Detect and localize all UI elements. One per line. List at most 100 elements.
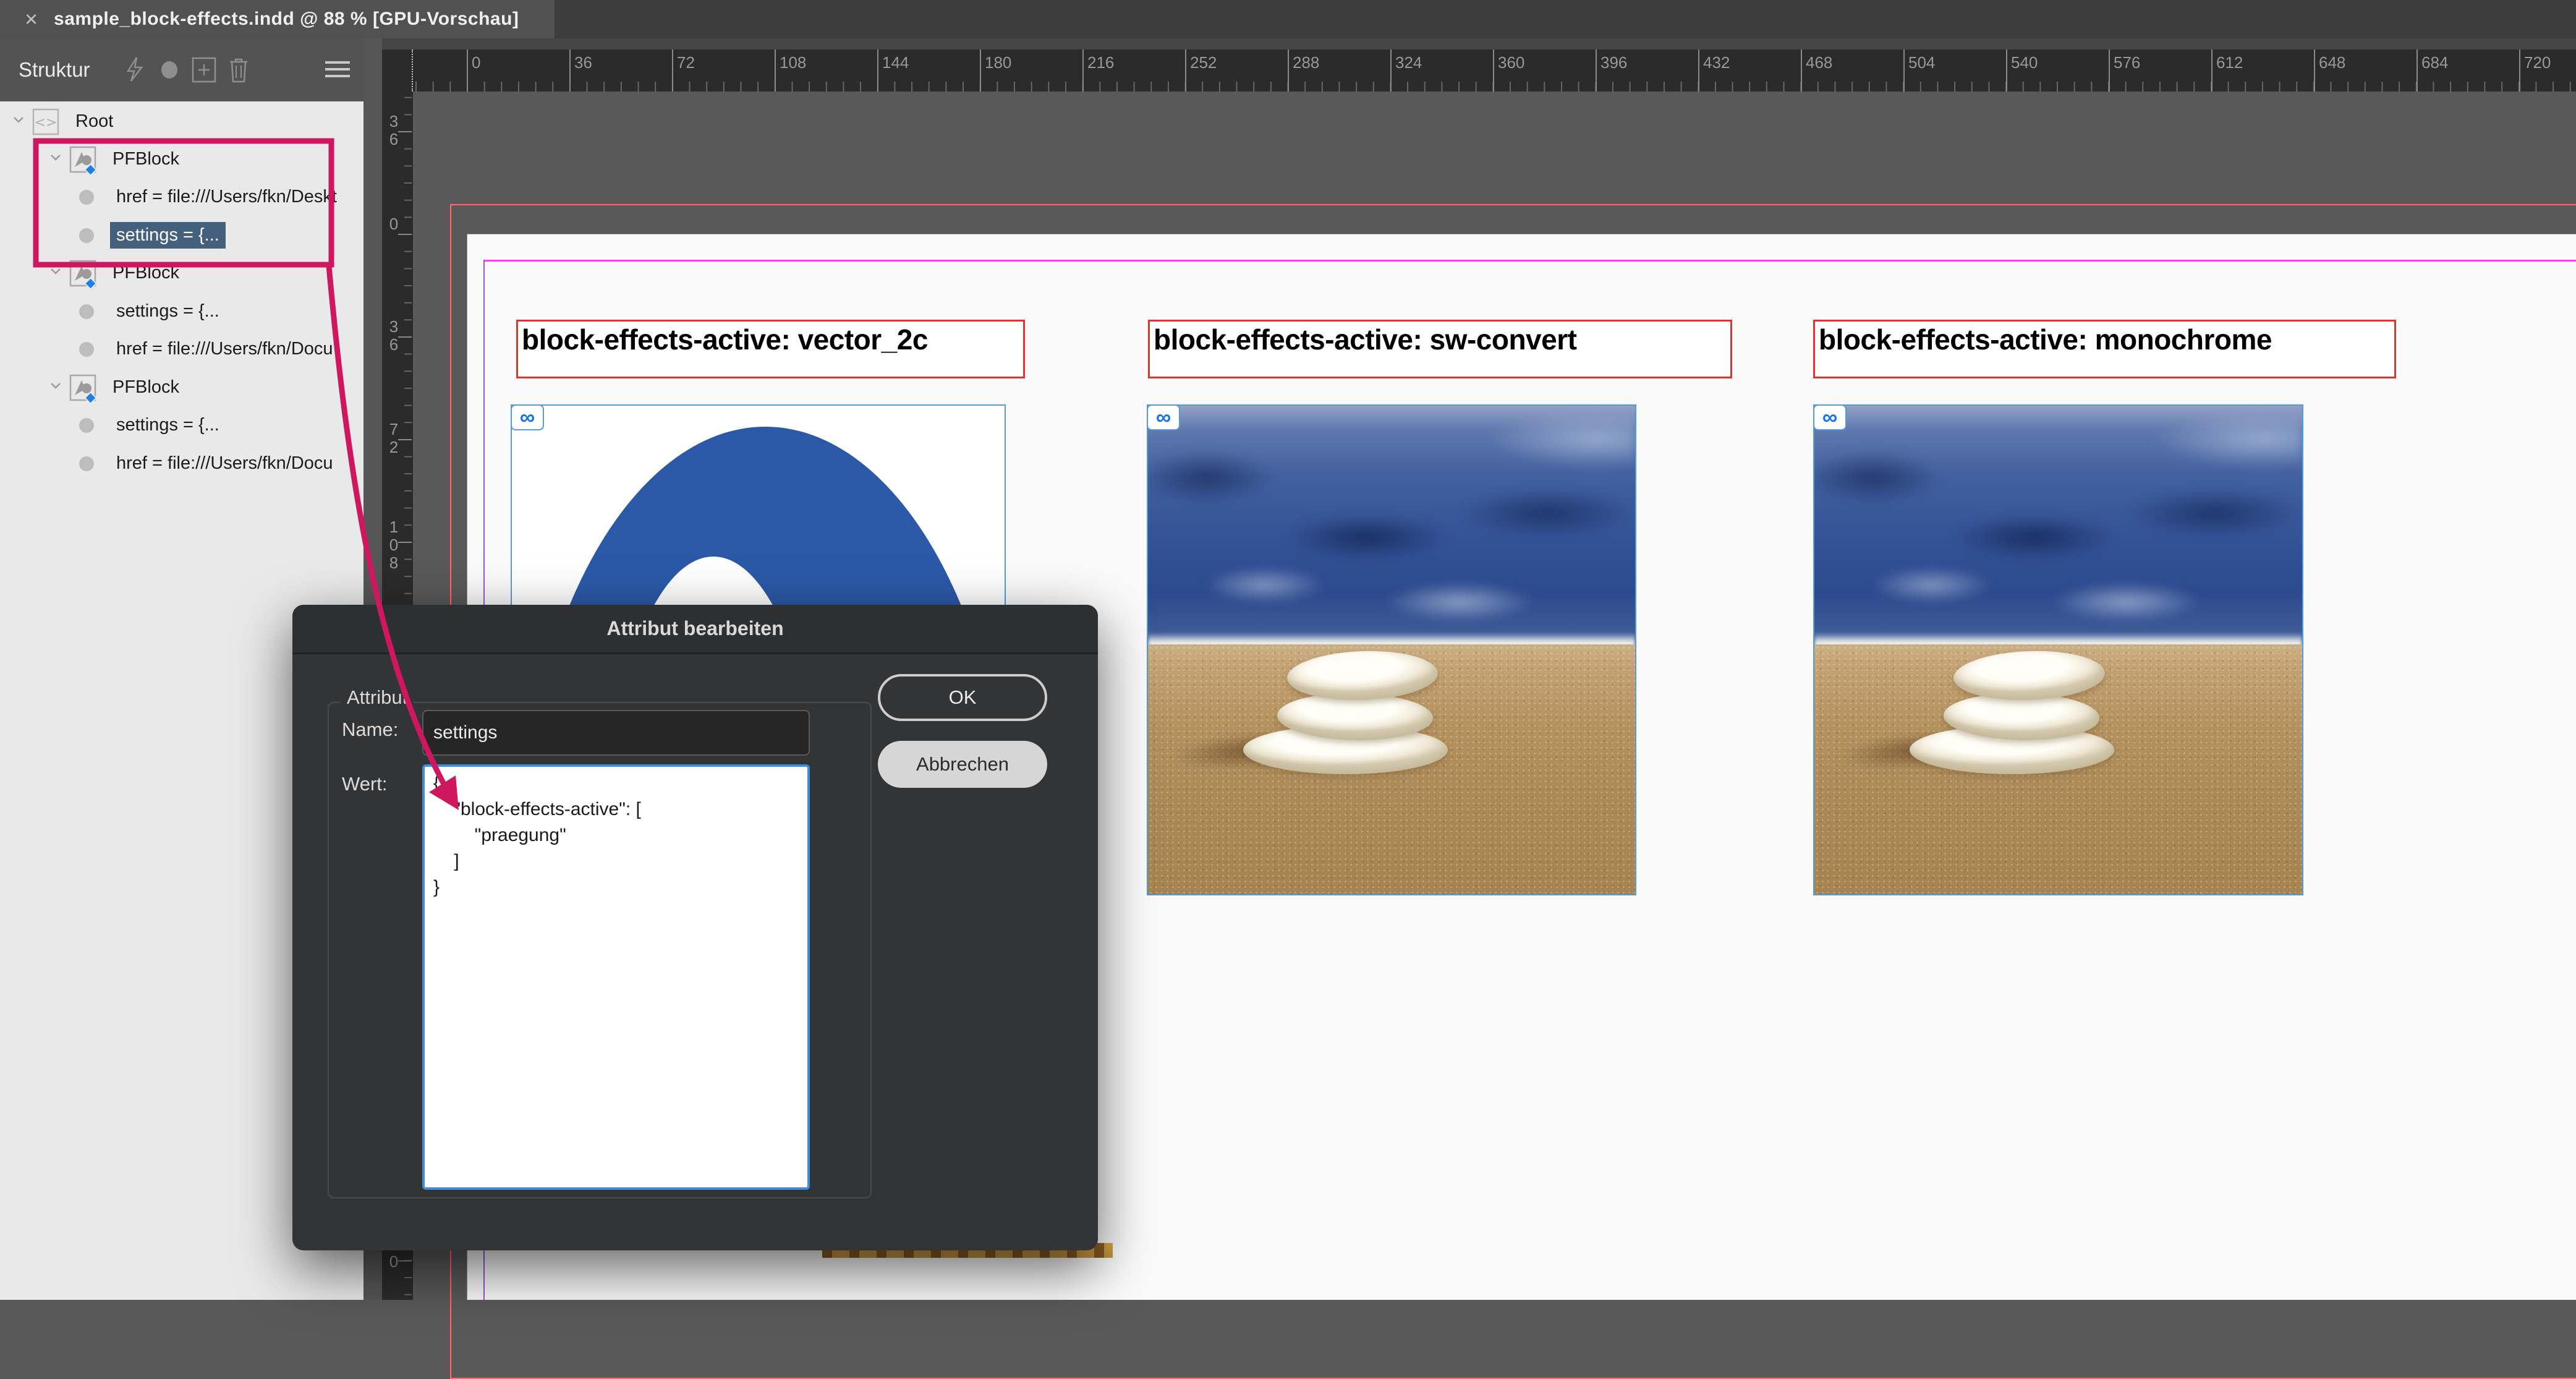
ruler-number: 612 — [2216, 53, 2243, 72]
close-tab-icon[interactable]: × — [25, 8, 38, 30]
attribute-dot-icon — [79, 342, 94, 357]
tree-item-settings-3[interactable]: settings = {... — [0, 406, 363, 444]
name-label: Name: — [342, 719, 398, 741]
tree-item-settings-2[interactable]: settings = {... — [0, 292, 363, 330]
element-icon — [69, 260, 96, 287]
validate-lightning-icon[interactable] — [117, 51, 152, 88]
ruler-number: 72 — [677, 53, 695, 72]
margin-guide-top — [483, 260, 2576, 262]
wert-label: Wert: — [342, 773, 388, 795]
ruler-corner-box — [382, 49, 413, 92]
panel-menu-icon[interactable] — [320, 51, 355, 88]
ruler-number: 504 — [1908, 53, 1935, 72]
ruler-number: 684 — [2421, 53, 2448, 72]
text-frame-monochrome[interactable]: block-effects-active: monochrome — [1813, 320, 2396, 378]
ruler-number: 0 — [472, 53, 480, 72]
dialog-header[interactable]: Attribut bearbeiten — [292, 605, 1098, 654]
horizontal-ruler[interactable]: 0 36 72 108 144 180 216 252 288 324 360 396 432 468 50… — [382, 49, 2576, 92]
photo-frame-monochrome[interactable]: ∞ — [1813, 404, 2303, 895]
root-element-icon: <> — [32, 108, 59, 135]
groupbox-label: Attribut — [341, 686, 414, 709]
tree-item-pfblock-3[interactable]: PFBlock — [0, 369, 363, 406]
ruler-number: 180 — [985, 53, 1011, 72]
frame-label: block-effects-active: monochrome — [1815, 322, 2394, 356]
link-badge-icon: ∞ — [511, 404, 544, 430]
chevron-down-icon[interactable] — [47, 377, 64, 399]
ruler-number: 36 — [386, 318, 402, 354]
ruler-number: 36 — [574, 53, 592, 72]
document-tab[interactable]: × sample_block-effects.indd @ 88 % [GPU-… — [0, 0, 555, 38]
tree-item-label-selected: settings = {... — [110, 222, 226, 249]
trash-icon[interactable] — [221, 51, 256, 88]
ruler-number: 252 — [1190, 53, 1217, 72]
attribute-name-input[interactable] — [422, 710, 810, 756]
frame-label: block-effects-active: sw-convert — [1150, 322, 1730, 356]
tree-item-label: href = file:///Users/fkn/Docu — [110, 336, 339, 362]
attribute-dot-icon — [79, 456, 94, 471]
ruler-number: 36 — [386, 113, 402, 148]
ruler-number: 144 — [882, 53, 909, 72]
ruler-number: 396 — [1600, 53, 1627, 72]
photo-frame-sw-convert[interactable]: ∞ — [1147, 404, 1636, 895]
structure-panel-title: Struktur — [19, 58, 90, 82]
tree-item-settings-1[interactable]: settings = {... — [0, 216, 363, 254]
tree-item-pfblock-2[interactable]: PFBlock — [0, 254, 363, 292]
attribute-dot-icon — [79, 190, 94, 205]
ocean-area — [1148, 406, 1635, 645]
tree-item-label: PFBlock — [106, 146, 185, 173]
ruler-number: 216 — [1087, 53, 1114, 72]
ruler-top-strip — [382, 38, 2576, 49]
ruler-number: 288 — [1293, 53, 1319, 72]
ocean-area — [1814, 406, 2302, 645]
chevron-down-icon[interactable] — [47, 148, 64, 171]
text-frame-sw-convert[interactable]: block-effects-active: sw-convert — [1148, 320, 1732, 378]
frame-label: block-effects-active: vector_2c — [518, 322, 1023, 356]
tree-item-pfblock-1[interactable]: PFBlock — [0, 140, 363, 178]
ruler-number: 0 — [386, 1253, 402, 1271]
tree-item-label: settings = {... — [110, 298, 226, 325]
link-badge-icon: ∞ — [1147, 404, 1180, 430]
element-icon — [69, 146, 96, 173]
tree-item-label: PFBlock — [106, 374, 185, 401]
edit-attribute-dialog: Attribut bearbeiten Attribut Name: Wert:… — [292, 605, 1098, 1250]
chevron-down-icon[interactable] — [10, 111, 27, 133]
tree-item-label: PFBlock — [106, 260, 185, 286]
tree-item-href-1[interactable]: href = file:///Users/fkn/Deskt — [0, 178, 363, 216]
attribute-dot-icon — [79, 304, 94, 319]
attribute-dot-icon — [79, 228, 94, 243]
structure-panel-header: Struktur — [0, 38, 363, 101]
tree-item-label: Root — [69, 108, 119, 135]
ruler-number: 540 — [2011, 53, 2038, 72]
ruler-number: 576 — [2114, 53, 2140, 72]
attribute-dot-icon — [79, 418, 94, 433]
ruler-number: 108 — [780, 53, 806, 72]
ruler-number: 324 — [1395, 53, 1422, 72]
ruler-number: 72 — [386, 421, 402, 456]
ruler-number: 360 — [1498, 53, 1524, 72]
svg-text:<>: <> — [35, 115, 57, 130]
ruler-number: 648 — [2319, 53, 2345, 72]
document-title: sample_block-effects.indd @ 88 % [GPU-Vo… — [54, 9, 519, 30]
tree-item-href-2[interactable]: href = file:///Users/fkn/Docu — [0, 330, 363, 368]
attribute-value-textarea[interactable] — [422, 764, 810, 1190]
ruler-number: 468 — [1806, 53, 1832, 72]
link-badge-icon: ∞ — [1813, 404, 1847, 430]
ruler-number: 432 — [1703, 53, 1730, 72]
text-frame-vector-2c[interactable]: block-effects-active: vector_2c — [516, 320, 1025, 378]
dialog-title: Attribut bearbeiten — [606, 617, 783, 640]
tree-item-label: href = file:///Users/fkn/Deskt — [110, 184, 343, 210]
tree-item-label: settings = {... — [110, 412, 226, 438]
chevron-down-icon[interactable] — [47, 262, 64, 284]
ruler-number: 0 — [386, 215, 402, 233]
ruler-number: 108 — [386, 518, 402, 572]
tree-item-href-3[interactable]: href = file:///Users/fkn/Docu — [0, 445, 363, 482]
tree-item-root[interactable]: <> Root — [0, 103, 363, 140]
cancel-button[interactable]: Abbrechen — [878, 741, 1047, 788]
record-dot-icon[interactable] — [152, 51, 187, 88]
element-icon — [69, 374, 96, 401]
ruler-number: 720 — [2524, 53, 2551, 72]
ok-button[interactable]: OK — [878, 674, 1047, 721]
tree-item-label: href = file:///Users/fkn/Docu — [110, 450, 339, 477]
add-element-icon[interactable] — [187, 51, 221, 88]
title-bar: × sample_block-effects.indd @ 88 % [GPU-… — [0, 0, 2576, 38]
